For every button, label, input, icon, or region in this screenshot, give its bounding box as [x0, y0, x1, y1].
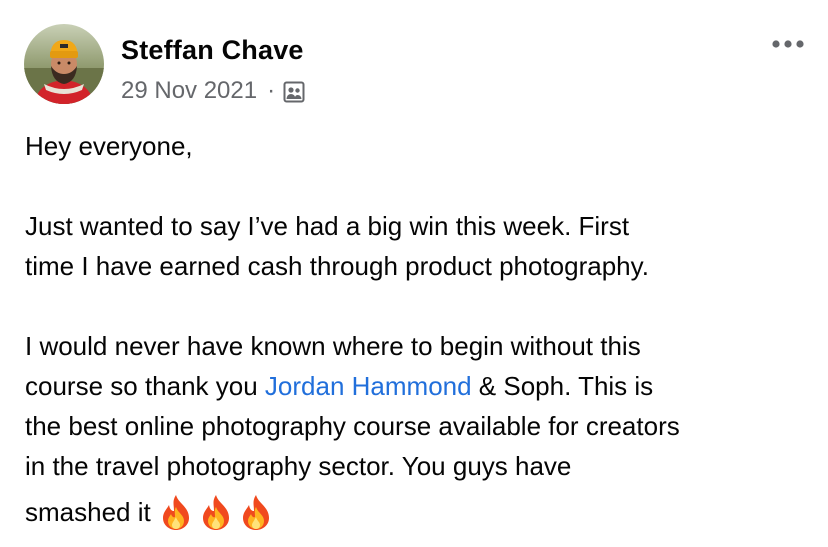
fire-icon — [199, 493, 233, 531]
post-card: Steffan Chave 29 Nov 2021 · Hey everyone… — [0, 0, 828, 547]
text-segment: course so thank you — [25, 371, 265, 401]
text-segment: & Soph. This is — [471, 371, 654, 401]
fire-icon — [239, 493, 273, 531]
post-meta: 29 Nov 2021 · — [121, 74, 305, 108]
author-avatar[interactable] — [24, 24, 104, 104]
post-line: the best online photography course avail… — [25, 411, 680, 441]
more-options-icon[interactable] — [768, 32, 808, 56]
post-line: I would never have known where to begin … — [25, 331, 641, 361]
author-name[interactable]: Steffan Chave — [121, 32, 304, 68]
text-segment: smashed it — [25, 497, 151, 527]
meta-separator: · — [267, 77, 276, 104]
post-date[interactable]: 29 Nov 2021 — [121, 77, 257, 105]
fire-icon — [159, 493, 193, 531]
emoji-group — [159, 493, 273, 531]
post-line: Just wanted to say I’ve had a big win th… — [25, 211, 630, 241]
group-members-icon[interactable] — [283, 81, 305, 103]
mention-link[interactable]: Jordan Hammond — [265, 371, 472, 401]
post-line: Hey everyone, — [25, 131, 193, 161]
post-line-last: smashed it — [25, 492, 815, 532]
post-line: in the travel photography sector. You gu… — [25, 451, 572, 481]
post-line: time I have earned cash through product … — [25, 251, 649, 281]
post-line: course so thank you Jordan Hammond & Sop… — [25, 366, 815, 406]
post-text: Hey everyone, Just wanted to say I’ve ha… — [25, 126, 815, 532]
